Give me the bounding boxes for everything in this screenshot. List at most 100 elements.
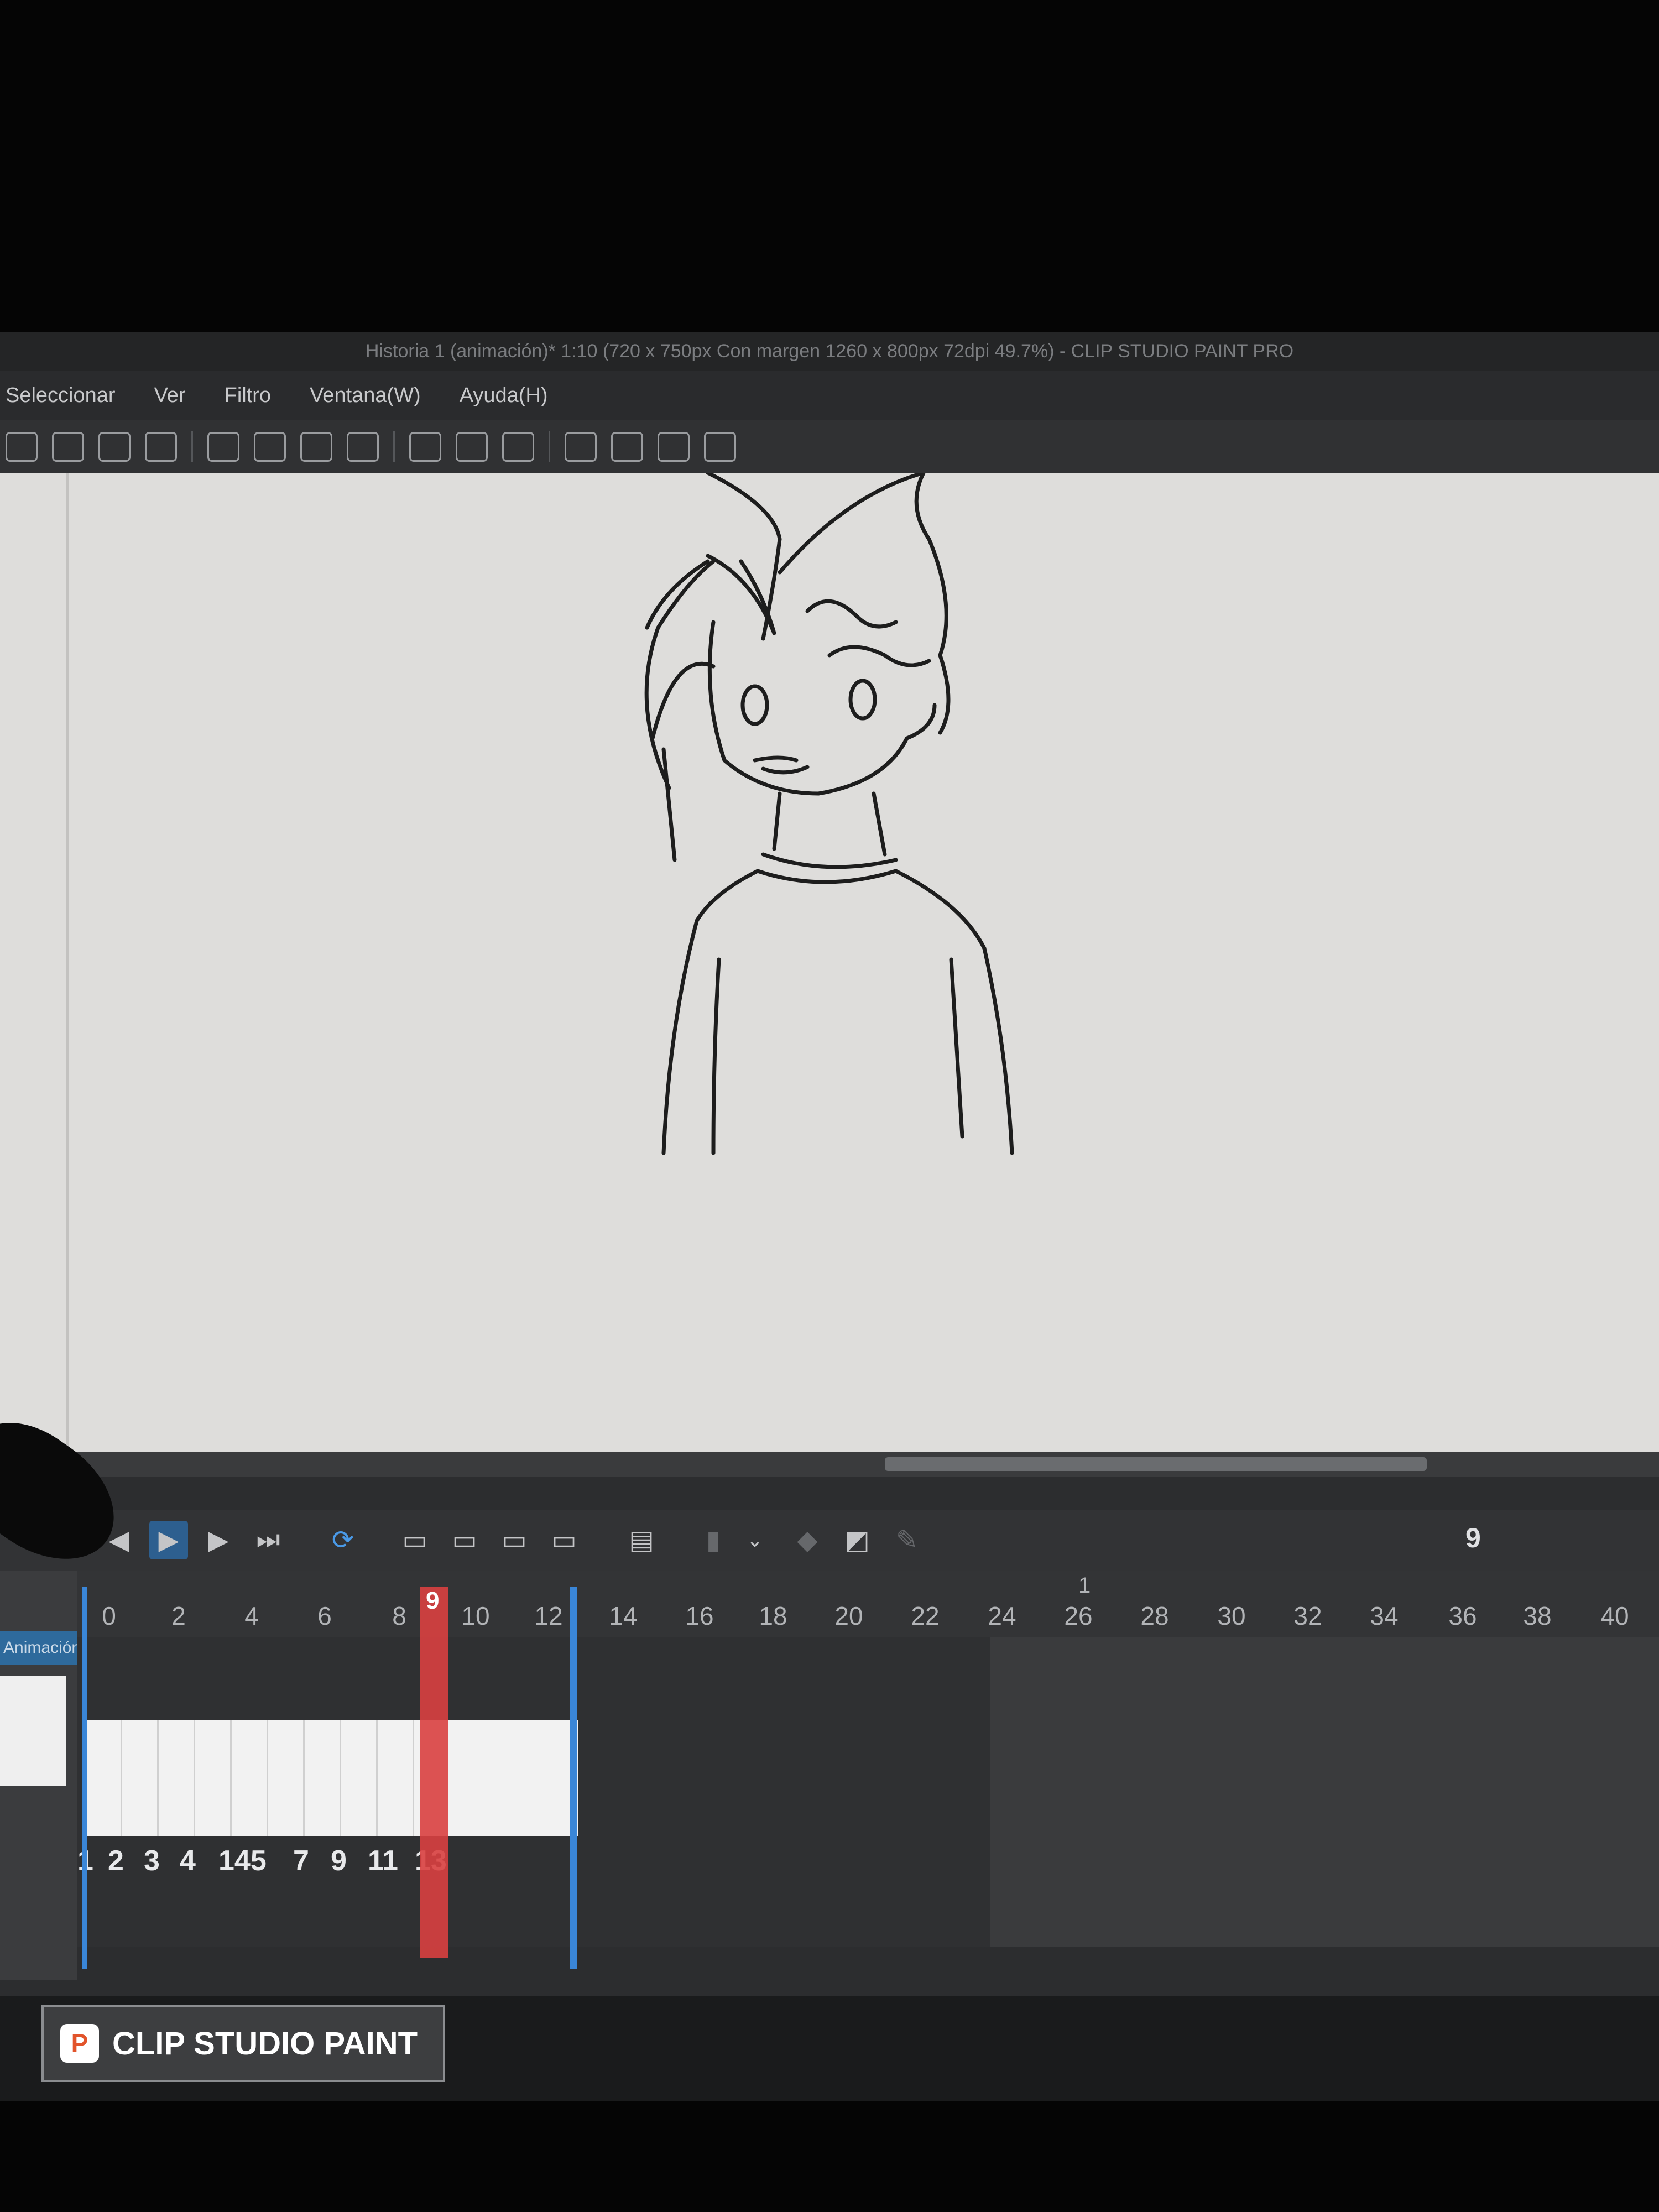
ruler-label: 34 [1370, 1601, 1399, 1630]
open-file-icon[interactable] [52, 431, 84, 462]
toolbar-divider [549, 431, 550, 462]
cel-thumbnail[interactable] [268, 1720, 305, 1836]
chevron-down-icon[interactable]: ⌄ [741, 1521, 769, 1559]
menu-bar: Seleccionar Ver Filtro Ventana(W) Ayuda(… [0, 371, 1659, 420]
step-forward-icon[interactable]: ▶ [199, 1521, 238, 1559]
canvas-border [66, 473, 69, 1452]
clip-studio-paint-icon: P [60, 2024, 99, 2063]
cel-label: 4 [180, 1845, 196, 1877]
toolbar-divider [393, 431, 395, 462]
animation-folder-layer[interactable]: Animación [0, 1631, 81, 1665]
cel-thumbnail[interactable] [341, 1720, 378, 1836]
current-frame-readout: 9 [1465, 1522, 1481, 1553]
cel-thumbnails-strip[interactable] [86, 1720, 578, 1836]
loop-icon[interactable]: ⟳ [321, 1521, 365, 1559]
rotate-right-icon[interactable] [611, 431, 643, 462]
document-icon[interactable] [409, 431, 441, 462]
fill-icon[interactable] [254, 431, 286, 462]
deselect-icon[interactable] [347, 431, 379, 462]
cel-thumbnail[interactable] [305, 1720, 341, 1836]
calendar-icon[interactable] [502, 431, 534, 462]
ruler-label: 10 [461, 1601, 490, 1630]
ruler-label: 22 [911, 1601, 940, 1630]
menu-item-select[interactable]: Seleccionar [6, 384, 116, 408]
undo-icon[interactable] [145, 431, 177, 462]
onion-skin-icon[interactable]: ▭ [542, 1521, 586, 1559]
work-area-start-marker[interactable] [82, 1587, 87, 1969]
timeline-ruler[interactable]: 1 0 2 4 6 8 10 12 14 16 18 20 22 24 26 2… [77, 1571, 1659, 1637]
cel-thumbnail[interactable] [232, 1720, 268, 1836]
cel-mask-icon[interactable]: ◩ [835, 1521, 879, 1559]
layer-thumbnail [0, 1676, 66, 1786]
menu-item-window[interactable]: Ventana(W) [310, 384, 421, 408]
cel-thumbnail[interactable] [86, 1720, 122, 1836]
transform-icon[interactable] [300, 431, 332, 462]
ruler-label: 8 [392, 1601, 406, 1630]
ruler-label: 36 [1448, 1601, 1477, 1630]
cel-label: 2 [108, 1845, 124, 1877]
menu-item-view[interactable]: Ver [154, 384, 186, 408]
taskbar: P CLIP STUDIO PAINT [0, 1996, 1659, 2101]
cel-thumbnail[interactable] [195, 1720, 232, 1836]
timeline-track-outside-range [990, 1637, 1659, 1947]
ruler-label: 38 [1523, 1601, 1552, 1630]
ruler-label: 14 [609, 1601, 638, 1630]
new-file-icon[interactable] [6, 431, 38, 462]
cel-label: 3 [144, 1845, 160, 1877]
window-title-bar: Historia 1 (animación)* 1:10 (720 x 750p… [0, 332, 1659, 371]
menu-item-help[interactable]: Ayuda(H) [460, 384, 548, 408]
work-area-end-marker[interactable] [570, 1587, 577, 1969]
playhead-frame-label: 9 [426, 1587, 440, 1614]
drawing-canvas[interactable] [0, 473, 1659, 1452]
flip-icon[interactable] [658, 431, 690, 462]
help-icon[interactable] [456, 431, 488, 462]
cel-label: 9 [331, 1845, 347, 1877]
toolbar-divider [191, 431, 193, 462]
play-icon[interactable]: ▶ [149, 1521, 188, 1559]
taskbar-app-button[interactable]: P CLIP STUDIO PAINT [41, 2005, 445, 2082]
cel-label: 11 [368, 1845, 398, 1877]
character-sketch [644, 473, 1014, 1155]
rotate-left-icon[interactable] [565, 431, 597, 462]
assign-cel-icon[interactable]: ▭ [442, 1521, 487, 1559]
ruler-label: 32 [1293, 1601, 1322, 1630]
layer-icon[interactable]: ▮ [691, 1521, 735, 1559]
timeline-toolbar: ◀ ▶ ▶ ⏭ ⟳ ▭ ▭ ▭ ▭ ▤ ▮ ⌄ ◆ ◩ ✎ 9 [0, 1510, 1659, 1571]
playhead-marker[interactable] [420, 1587, 448, 1958]
cel-label: 145 [218, 1845, 267, 1877]
window-title: Historia 1 (animación)* 1:10 (720 x 750p… [365, 341, 1294, 362]
ruler-label: 30 [1217, 1601, 1246, 1630]
ruler-label: 24 [988, 1601, 1016, 1630]
new-cel-icon[interactable]: ▭ [393, 1521, 437, 1559]
ruler-label: 6 [317, 1601, 332, 1630]
ruler-label: 2 [171, 1601, 186, 1630]
cel-thumbnail[interactable] [122, 1720, 159, 1836]
canvas-status-bar [0, 1452, 1659, 1477]
pencil-icon[interactable]: ✎ [885, 1521, 929, 1559]
command-bar [0, 420, 1659, 473]
second-marker: 1 [1078, 1573, 1091, 1598]
ruler-label: 18 [759, 1601, 787, 1630]
ruler-label: 0 [102, 1601, 116, 1630]
ruler-label: 16 [685, 1601, 714, 1630]
ruler-label: 26 [1064, 1601, 1093, 1630]
keyframe-icon[interactable]: ◆ [785, 1521, 830, 1559]
monitor-screen: Historia 1 (animación)* 1:10 (720 x 750p… [0, 332, 1659, 2101]
horizontal-scrollbar[interactable] [885, 1457, 1427, 1471]
cel-thumbnail[interactable] [378, 1720, 414, 1836]
camera-icon[interactable]: ▤ [619, 1521, 664, 1559]
skip-end-icon[interactable]: ⏭ [249, 1521, 288, 1559]
ruler-label: 12 [534, 1601, 563, 1630]
refresh-icon[interactable] [704, 431, 736, 462]
save-icon[interactable] [98, 431, 131, 462]
menu-item-filter[interactable]: Filtro [225, 384, 271, 408]
timeline-layer-list: Animación [0, 1571, 81, 1980]
cel-label: 7 [293, 1845, 309, 1877]
ruler-label: 28 [1140, 1601, 1169, 1630]
ruler-label: 40 [1600, 1601, 1629, 1630]
ruler-label: 20 [834, 1601, 863, 1630]
cel-thumbnail[interactable] [159, 1720, 195, 1836]
clear-icon[interactable] [207, 431, 239, 462]
specify-cel-icon[interactable]: ▭ [492, 1521, 536, 1559]
ruler-label: 4 [244, 1601, 259, 1630]
